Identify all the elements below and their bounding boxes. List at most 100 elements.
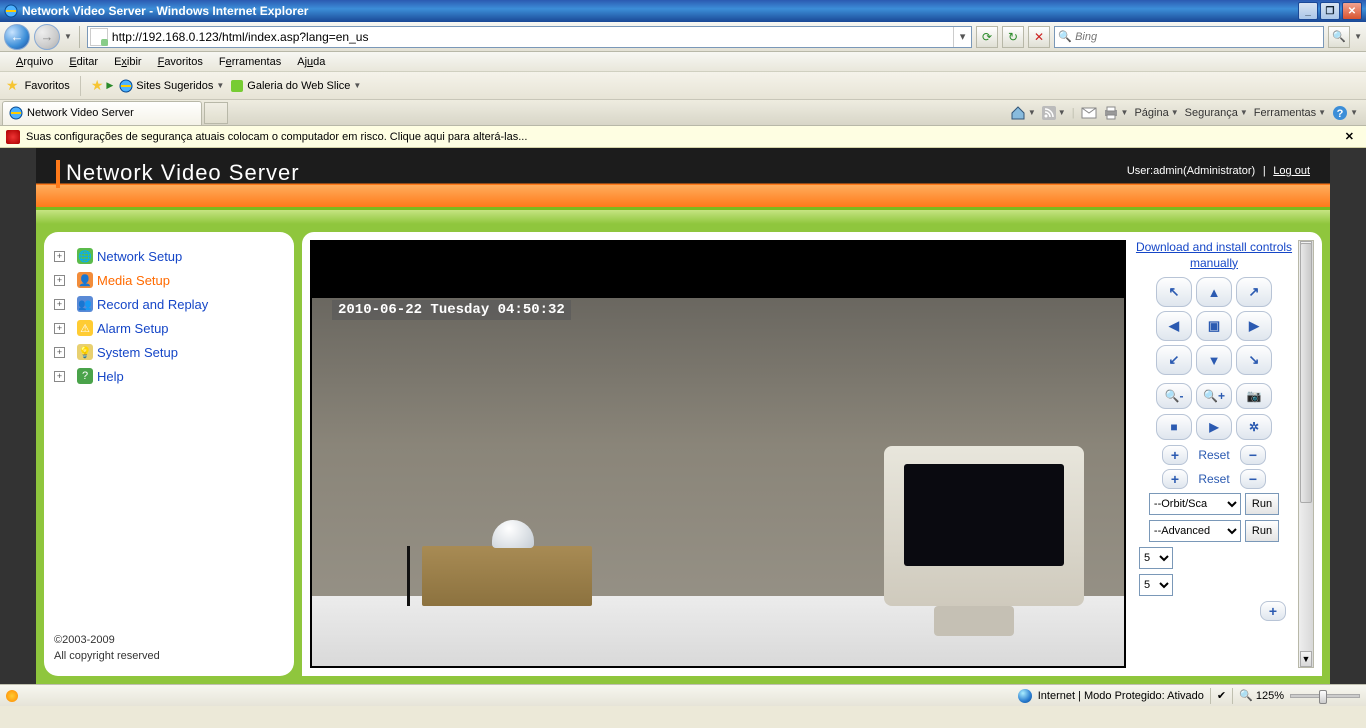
aux-button[interactable]: ✲: [1236, 414, 1272, 440]
ptz-down-right-button[interactable]: ↘: [1236, 345, 1272, 375]
tab-active[interactable]: Network Video Server: [2, 101, 202, 125]
expander-icon[interactable]: +: [54, 347, 65, 358]
close-button[interactable]: ✕: [1342, 2, 1362, 20]
focus-reset-label[interactable]: Reset: [1194, 448, 1234, 462]
add-fav-button[interactable]: ★▶: [91, 77, 113, 94]
address-bar[interactable]: ▾: [87, 26, 972, 48]
scroll-thumb[interactable]: [1300, 243, 1312, 503]
tree-node-icon: 🌐: [77, 248, 93, 264]
expander-icon[interactable]: +: [54, 299, 65, 310]
refresh-button[interactable]: ↻: [1002, 26, 1024, 48]
zoom-slider[interactable]: [1290, 694, 1360, 698]
minimize-button[interactable]: _: [1298, 2, 1318, 20]
expander-icon[interactable]: +: [54, 275, 65, 286]
ptz-up-button[interactable]: ▲: [1196, 277, 1232, 307]
ptz-up-right-button[interactable]: ↗: [1236, 277, 1272, 307]
window-title: Network Video Server - Windows Internet …: [22, 4, 308, 18]
read-mail-button[interactable]: [1081, 107, 1097, 119]
zoom-in-button[interactable]: 🔍+: [1196, 383, 1232, 409]
tree-node-icon: ?: [77, 368, 93, 384]
home-button[interactable]: ▼: [1010, 105, 1036, 121]
advanced-select[interactable]: --Advanced: [1149, 520, 1241, 542]
iris-plus-button[interactable]: +: [1162, 469, 1188, 489]
tools-menu[interactable]: Ferramentas ▼: [1254, 107, 1326, 119]
tree-item-help[interactable]: +?Help: [54, 364, 284, 388]
menu-editar[interactable]: Editar: [61, 54, 106, 70]
logout-link[interactable]: Log out: [1273, 165, 1310, 177]
download-controls-link[interactable]: Download and install controls manually: [1134, 240, 1294, 271]
tab-bar: Network Video Server ▼ ▼ | ▼ Página ▼ Se…: [0, 100, 1366, 126]
url-dropdown[interactable]: ▾: [953, 27, 971, 47]
compat-view-button[interactable]: ⟳: [976, 26, 998, 48]
security-warning-bar[interactable]: Suas configurações de segurança atuais c…: [0, 126, 1366, 148]
tree-item-alarm-setup[interactable]: +⚠Alarm Setup: [54, 316, 284, 340]
orbit-select[interactable]: --Orbit/Sca: [1149, 493, 1241, 515]
param1-select[interactable]: 5: [1139, 547, 1173, 569]
search-input[interactable]: [1075, 27, 1323, 47]
ptz-home-button[interactable]: ▣: [1196, 311, 1232, 341]
favorites-label[interactable]: Favoritos: [25, 80, 70, 92]
panel-scrollbar[interactable]: ▲ ▼: [1298, 240, 1314, 668]
tab-ie-icon: [9, 106, 23, 120]
ptz-control-panel: Download and install controls manually ↖…: [1134, 240, 1294, 668]
tree-item-system-setup[interactable]: +💡System Setup: [54, 340, 284, 364]
restore-button[interactable]: ❐: [1320, 2, 1340, 20]
menu-ajuda[interactable]: Ajuda: [289, 54, 333, 70]
favorites-bar: ★ Favoritos ★▶ Sites Sugeridos ▼ Galeria…: [0, 72, 1366, 100]
page-menu[interactable]: Página ▼: [1134, 107, 1178, 119]
ptz-right-button[interactable]: ▶: [1236, 311, 1272, 341]
nav-tree: +🌐Network Setup+👤Media Setup+👥Record and…: [54, 244, 284, 625]
tree-item-label: Media Setup: [97, 273, 170, 288]
scroll-down-button[interactable]: ▼: [1300, 651, 1312, 667]
ptz-down-button[interactable]: ▼: [1196, 345, 1232, 375]
extra-plus-button[interactable]: +: [1260, 601, 1286, 621]
search-go-button[interactable]: 🔍: [1328, 26, 1350, 48]
search-box[interactable]: 🔍: [1054, 26, 1324, 48]
expander-icon[interactable]: +: [54, 323, 65, 334]
rss-icon: [1042, 106, 1056, 120]
ptz-down-left-button[interactable]: ↙: [1156, 345, 1192, 375]
menu-favoritos[interactable]: Favoritos: [150, 54, 211, 70]
ptz-up-left-button[interactable]: ↖: [1156, 277, 1192, 307]
orbit-run-button[interactable]: Run: [1245, 493, 1279, 515]
new-tab-button[interactable]: [204, 102, 228, 124]
zoom-out-button[interactable]: 🔍-: [1156, 383, 1192, 409]
suggested-sites-link[interactable]: Sites Sugeridos ▼: [119, 79, 224, 93]
play-ptz-button[interactable]: ▶: [1196, 414, 1232, 440]
help-button[interactable]: ?▼: [1332, 105, 1358, 121]
page-icon: [90, 28, 108, 46]
expander-icon[interactable]: +: [54, 251, 65, 262]
expander-icon[interactable]: +: [54, 371, 65, 382]
tree-item-label: Record and Replay: [97, 297, 208, 312]
advanced-run-button[interactable]: Run: [1245, 520, 1279, 542]
focus-plus-button[interactable]: +: [1162, 445, 1188, 465]
stop-ptz-button[interactable]: ■: [1156, 414, 1192, 440]
video-feed[interactable]: 2010-06-22 Tuesday 04:50:32: [310, 240, 1126, 668]
back-button[interactable]: ←: [4, 24, 30, 50]
security-menu[interactable]: Segurança ▼: [1185, 107, 1248, 119]
feeds-button[interactable]: ▼: [1042, 106, 1066, 120]
menu-ferramentas[interactable]: Ferramentas: [211, 54, 289, 70]
print-button[interactable]: ▼: [1103, 106, 1129, 120]
menu-arquivo[interactable]: Arquivo: [8, 54, 61, 70]
forward-button[interactable]: →: [34, 24, 60, 50]
warning-close-button[interactable]: ✕: [1339, 130, 1360, 143]
print-icon: [1103, 106, 1119, 120]
param2-select[interactable]: 5: [1139, 574, 1173, 596]
zoom-label[interactable]: 🔍 125%: [1239, 689, 1284, 702]
menu-exibir[interactable]: Exibir: [106, 54, 150, 70]
content-viewport: Network Video Server User:admin(Administ…: [0, 148, 1366, 684]
zone-globe-icon: [1018, 689, 1032, 703]
mail-icon: [1081, 107, 1097, 119]
snapshot-button[interactable]: 📷: [1236, 383, 1272, 409]
webslice-link[interactable]: Galeria do Web Slice ▼: [230, 79, 361, 93]
focus-minus-button[interactable]: −: [1240, 445, 1266, 465]
tree-item-record-and-replay[interactable]: +👥Record and Replay: [54, 292, 284, 316]
ptz-left-button[interactable]: ◀: [1156, 311, 1192, 341]
tree-item-network-setup[interactable]: +🌐Network Setup: [54, 244, 284, 268]
url-input[interactable]: [110, 27, 953, 47]
iris-minus-button[interactable]: −: [1240, 469, 1266, 489]
stop-button[interactable]: ✕: [1028, 26, 1050, 48]
iris-reset-label[interactable]: Reset: [1194, 472, 1234, 486]
tree-item-media-setup[interactable]: +👤Media Setup: [54, 268, 284, 292]
